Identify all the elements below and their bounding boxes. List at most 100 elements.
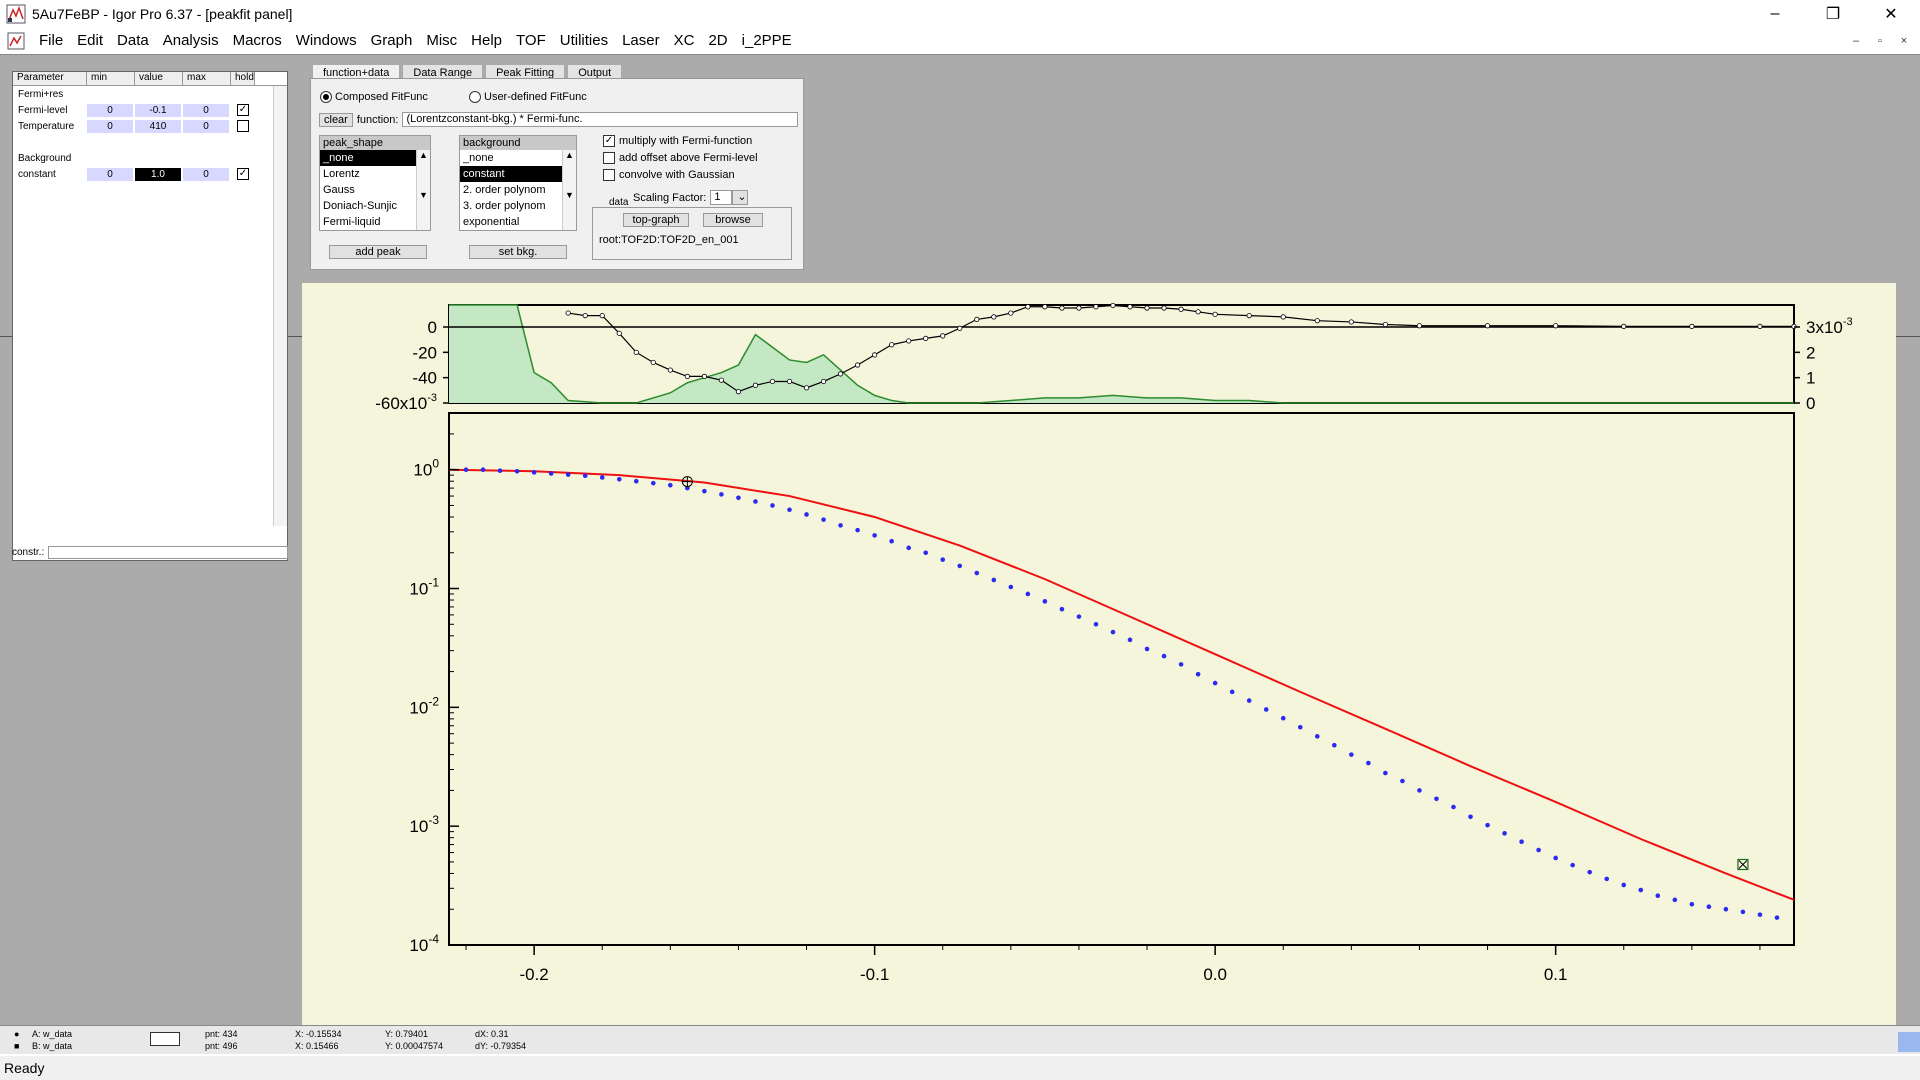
data-point	[565, 472, 571, 477]
list-item[interactable]: Doniach-Sunjic	[320, 198, 430, 214]
list-item[interactable]: _none	[460, 150, 576, 166]
list-item[interactable]: Gauss	[320, 182, 430, 198]
data-point	[1263, 707, 1269, 712]
max-cell[interactable]: 0	[183, 167, 229, 181]
menu-misc[interactable]: Misc	[419, 28, 464, 54]
group-row-fermi: Fermi+res	[13, 86, 287, 102]
data-point	[497, 468, 503, 474]
list-item[interactable]: 2. order polynom	[460, 182, 576, 198]
list-item[interactable]: constant	[460, 166, 576, 182]
background-list[interactable]: background _none constant 2. order polyn…	[459, 135, 577, 231]
min-cell[interactable]: 0	[87, 103, 133, 117]
graph-window[interactable]: 0 -20 -40 -60x10-3 3x10-3 2 1 0 100 10-1 10-2 10-3 1…	[302, 283, 1896, 1025]
list-item[interactable]: 3. order polynom	[460, 198, 576, 214]
cursor-a-icon[interactable]: ●	[14, 1028, 19, 1040]
difference-point	[1382, 321, 1388, 328]
function-label: function:	[356, 113, 399, 126]
child-minimize-button[interactable]: –	[1846, 32, 1866, 50]
radio-composed[interactable]: Composed FitFunc	[320, 91, 428, 103]
cursor-b-x: X: 0.15466	[295, 1041, 339, 1051]
child-close-button[interactable]: ×	[1894, 32, 1914, 50]
menu-macros[interactable]: Macros	[226, 28, 289, 54]
constr-input[interactable]	[48, 545, 288, 559]
group-row-background: Background	[13, 150, 287, 166]
list-item[interactable]: exponential	[460, 214, 576, 230]
menu-laser[interactable]: Laser	[615, 28, 667, 54]
header-parameter[interactable]: Parameter	[13, 72, 87, 85]
menu-tof[interactable]: TOF	[509, 28, 553, 54]
min-cell[interactable]: 0	[87, 167, 133, 181]
list-item[interactable]: Fermi-liquid	[320, 214, 430, 230]
fermi-option[interactable]: ✓ multiply with Fermi-function	[603, 132, 758, 149]
y-tick-label: 10-2	[409, 694, 439, 717]
header-max[interactable]: max	[183, 72, 231, 85]
data-point	[1229, 689, 1235, 695]
data-point	[1178, 662, 1184, 667]
header-min[interactable]: min	[87, 72, 135, 85]
gauss-option[interactable]: convolve with Gaussian	[603, 166, 758, 183]
peak-shape-scrollbar[interactable]: ▲ ▼	[416, 150, 430, 230]
hold-checkbox[interactable]	[237, 120, 249, 132]
offset-checkbox[interactable]	[603, 151, 615, 164]
cursor-slider[interactable]	[150, 1032, 180, 1046]
set-bkg-button[interactable]: set bkg.	[469, 245, 567, 259]
menu-2d[interactable]: 2D	[701, 28, 734, 54]
param-row-temperature: Temperature 0 410 0	[13, 118, 287, 134]
browse-button[interactable]: browse	[703, 213, 763, 227]
close-button[interactable]: ✕	[1862, 0, 1920, 28]
list-item[interactable]: _none	[320, 150, 430, 166]
menu-file[interactable]: File	[32, 28, 70, 54]
chevron-down-icon[interactable]: ⌄	[732, 190, 749, 205]
cursor-b-icon[interactable]: ■	[14, 1040, 19, 1052]
menu-graph[interactable]: Graph	[364, 28, 420, 54]
igor-app-icon[interactable]	[6, 4, 26, 24]
peak-shape-list[interactable]: peak_shape _none Lorentz Gauss Doniach-S…	[319, 135, 431, 231]
menu-i2ppe[interactable]: i_2PPE	[735, 28, 799, 54]
max-cell[interactable]: 0	[183, 119, 229, 133]
cursor-dy: dY: -0.79354	[475, 1041, 527, 1051]
menu-edit[interactable]: Edit	[70, 28, 110, 54]
difference-point	[1042, 304, 1048, 310]
hold-checkbox[interactable]: ✓	[237, 104, 249, 116]
value-cell[interactable]: 410	[135, 119, 181, 133]
min-cell[interactable]: 0	[87, 119, 133, 133]
radio-button[interactable]	[320, 91, 332, 103]
hold-checkbox[interactable]: ✓	[237, 168, 249, 180]
graph-canvas[interactable]: 0 -20 -40 -60x10-3 3x10-3 2 1 0 100 10-1 10-2 10-3 1…	[302, 283, 1896, 1025]
radio-button[interactable]	[469, 91, 481, 103]
menu-data[interactable]: Data	[110, 28, 156, 54]
top-graph-button[interactable]: top-graph	[623, 213, 689, 227]
minimize-button[interactable]: –	[1746, 0, 1804, 28]
child-restore-button[interactable]: ▫	[1870, 32, 1890, 50]
menu-utilities[interactable]: Utilities	[553, 28, 615, 54]
radio-user-defined[interactable]: User-defined FitFunc	[469, 91, 587, 103]
background-scrollbar[interactable]: ▲ ▼	[562, 150, 576, 230]
gauss-checkbox[interactable]	[603, 168, 615, 181]
header-value[interactable]: value	[135, 72, 183, 85]
add-peak-button[interactable]: add peak	[329, 245, 427, 259]
max-cell[interactable]: 0	[183, 103, 229, 117]
difference-point	[1110, 302, 1116, 309]
difference-point	[1076, 305, 1082, 311]
resize-grip[interactable]	[1898, 1032, 1920, 1052]
fermi-checkbox[interactable]: ✓	[603, 134, 615, 147]
value-cell[interactable]: -0.1	[135, 103, 181, 117]
document-icon[interactable]	[6, 31, 26, 51]
menu-windows[interactable]: Windows	[289, 28, 364, 54]
menu-analysis[interactable]: Analysis	[156, 28, 226, 54]
scaling-input[interactable]: 1	[710, 190, 733, 205]
data-point	[1008, 584, 1014, 590]
header-hold[interactable]: hold	[231, 72, 255, 85]
value-cell[interactable]: 1.0	[135, 167, 181, 181]
function-field[interactable]: (Lorentzconstant-bkg.) * Fermi-func.	[402, 112, 799, 127]
menu-xc[interactable]: XC	[667, 28, 702, 54]
difference-point	[1008, 310, 1014, 316]
menu-help[interactable]: Help	[464, 28, 509, 54]
data-point	[1740, 909, 1746, 915]
data-point	[1059, 606, 1065, 612]
list-item[interactable]: Lorentz	[320, 166, 430, 182]
offset-option[interactable]: add offset above Fermi-level	[603, 149, 758, 166]
restore-button[interactable]: ❐	[1804, 0, 1862, 28]
parameter-scrollbar[interactable]	[273, 86, 287, 526]
clear-button[interactable]: clear	[319, 112, 353, 127]
